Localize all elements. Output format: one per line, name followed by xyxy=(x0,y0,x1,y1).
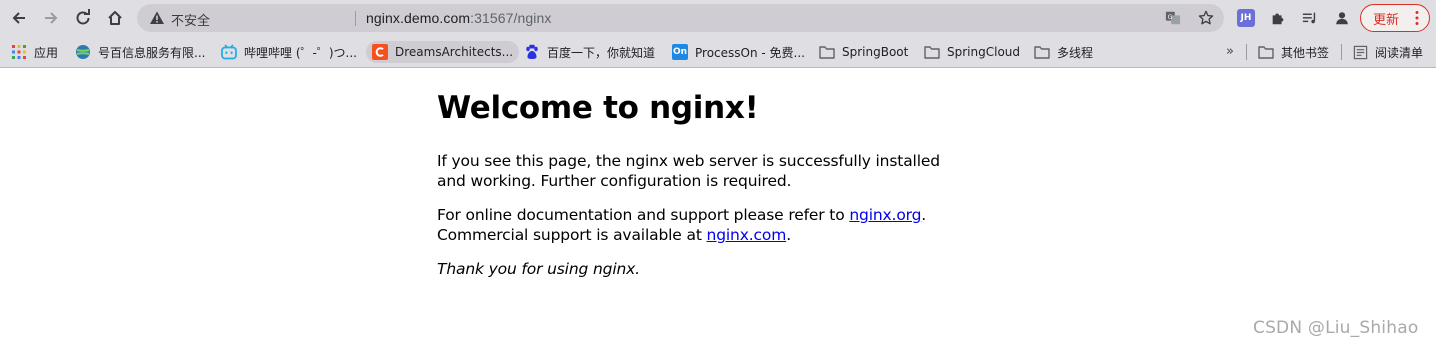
security-label[interactable]: 不安全 xyxy=(171,10,210,29)
bookmark-dreamsarchitects[interactable]: DreamsArchitects... xyxy=(366,41,520,63)
apps-grid-icon xyxy=(11,44,27,60)
page-content: Welcome to nginx! If you see this page, … xyxy=(437,90,957,293)
back-arrow-icon xyxy=(12,12,25,24)
bookmark-label: ProcessOn - 免费... xyxy=(695,45,805,60)
globe-icon xyxy=(75,44,91,60)
url-host: nginx.demo.com xyxy=(366,10,471,26)
folder-icon xyxy=(819,44,835,60)
jh-extension-icon[interactable]: JH xyxy=(1237,9,1255,27)
url-text[interactable]: nginx.demo.com:31567/nginx xyxy=(366,10,552,26)
bookmarks-separator xyxy=(1341,44,1342,60)
reload-icon xyxy=(76,9,90,25)
bookmark-other-bookmarks[interactable]: 其他书签 xyxy=(1252,41,1335,63)
bookmark-haobai[interactable]: 号百信息服务有限... xyxy=(69,41,211,63)
commercial-text: Commercial support is available at xyxy=(437,226,707,244)
back-button[interactable] xyxy=(7,6,31,30)
omnibox-divider xyxy=(355,11,356,26)
bookmark-bilibili[interactable]: 哔哩哔哩 (゜-゜)つ... xyxy=(215,41,363,63)
update-button[interactable]: 更新 xyxy=(1360,4,1430,32)
bookmark-folder-springcloud[interactable]: SpringCloud xyxy=(918,41,1026,63)
thanks-message: Thank you for using nginx. xyxy=(437,260,640,278)
folder-icon xyxy=(924,44,940,60)
reading-list-icon xyxy=(1352,44,1368,60)
bookmark-baidu[interactable]: 百度一下，你就知道 xyxy=(518,41,661,63)
commercial-period: . xyxy=(786,226,791,244)
bookmark-folder-multithread[interactable]: 多线程 xyxy=(1028,41,1099,63)
url-path: :31567/nginx xyxy=(470,10,552,26)
bookmark-processon[interactable]: On ProcessOn - 免费... xyxy=(666,41,811,63)
update-label: 更新 xyxy=(1373,12,1400,28)
folder-icon xyxy=(1034,44,1050,60)
forward-arrow-icon xyxy=(45,12,58,24)
more-vertical-icon xyxy=(1415,11,1419,25)
bookmarks-separator xyxy=(1246,44,1247,60)
c-logo-icon xyxy=(372,44,388,60)
svg-text:G: G xyxy=(1168,14,1173,21)
bookmark-star-icon[interactable] xyxy=(1197,9,1215,27)
bookmark-label: SpringBoot xyxy=(842,45,909,59)
address-bar[interactable]: 不安全 nginx.demo.com:31567/nginx G xyxy=(137,4,1224,32)
home-button[interactable] xyxy=(103,6,127,30)
bookmark-label: 多线程 xyxy=(1057,45,1094,60)
bookmarks-bar: 应用 号百信息服务有限... 哔哩哔哩 (゜-゜)つ... DreamsArch… xyxy=(0,36,1436,68)
bookmark-label: 号百信息服务有限... xyxy=(98,45,206,60)
install-message: If you see this page, the nginx web serv… xyxy=(437,152,940,190)
extensions-puzzle-icon[interactable] xyxy=(1268,8,1288,28)
bookmark-label: 应用 xyxy=(34,45,59,60)
bookmark-folder-springboot[interactable]: SpringBoot xyxy=(813,41,914,63)
processon-icon: On xyxy=(672,44,688,60)
folder-icon xyxy=(1258,44,1274,60)
docs-paragraph: For online documentation and support ple… xyxy=(437,205,957,245)
bookmark-label: 其他书签 xyxy=(1281,45,1330,60)
reload-button[interactable] xyxy=(71,6,95,30)
bookmark-label: 哔哩哔哩 (゜-゜)つ... xyxy=(244,45,357,60)
baidu-paw-icon xyxy=(524,44,540,60)
bookmark-label: 百度一下，你就知道 xyxy=(547,45,656,60)
csdn-watermark: CSDN @Liu_Shihao xyxy=(1253,318,1419,338)
bookmark-label: 阅读清单 xyxy=(1375,45,1424,60)
bookmark-apps[interactable]: 应用 xyxy=(5,41,64,63)
docs-period: . xyxy=(921,206,927,224)
profile-avatar-icon[interactable] xyxy=(1332,8,1352,28)
nginx-org-link[interactable]: nginx.org xyxy=(849,206,921,224)
home-icon xyxy=(108,11,122,25)
bookmark-label: SpringCloud xyxy=(947,45,1021,59)
warning-triangle-icon xyxy=(150,11,164,24)
nginx-com-link[interactable]: nginx.com xyxy=(707,226,787,244)
bilibili-icon xyxy=(221,44,237,60)
bookmarks-overflow-button[interactable]: » xyxy=(1226,44,1234,59)
bookmark-label: DreamsArchitects... xyxy=(395,45,514,59)
media-control-icon[interactable] xyxy=(1300,8,1320,28)
forward-button[interactable] xyxy=(39,6,63,30)
page-heading: Welcome to nginx! xyxy=(437,90,759,126)
docs-text: For online documentation and support ple… xyxy=(437,206,850,224)
browser-toolbar: 不安全 nginx.demo.com:31567/nginx G JH 更新 xyxy=(0,0,1436,36)
bookmark-reading-list[interactable]: 阅读清单 xyxy=(1346,41,1429,63)
translate-icon[interactable]: G xyxy=(1164,9,1182,27)
